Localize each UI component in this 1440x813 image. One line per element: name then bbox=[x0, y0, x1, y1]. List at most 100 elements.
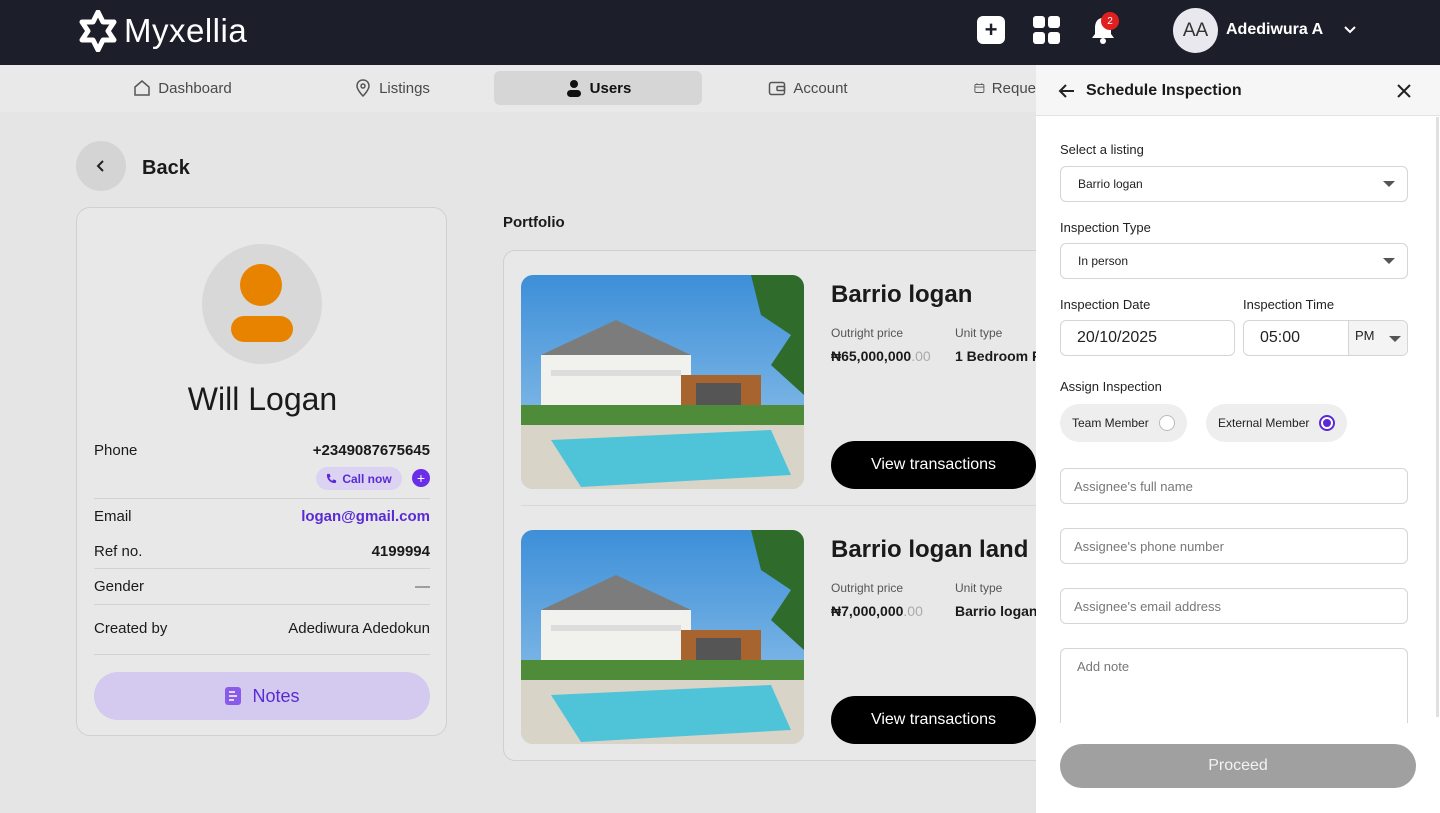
nav-item-listings[interactable]: Listings bbox=[352, 71, 432, 105]
listing-title: Barrio logan bbox=[831, 281, 973, 308]
nav-item-requests[interactable]: Reque bbox=[974, 71, 1036, 105]
nav-label: Listings bbox=[379, 79, 430, 97]
inspection-type-select[interactable]: In person bbox=[1060, 243, 1408, 279]
phone-value: +2349087675645 bbox=[312, 442, 430, 459]
nav-item-users[interactable]: Users bbox=[494, 71, 702, 105]
logo-icon bbox=[79, 10, 117, 52]
caret-down-icon bbox=[1389, 336, 1401, 342]
inspection-date-field[interactable]: 20/10/2025 bbox=[1060, 320, 1235, 356]
nav-label: Users bbox=[589, 79, 632, 97]
ampm-select[interactable]: PM bbox=[1348, 321, 1407, 355]
price-value: ₦7,000,000.00 bbox=[831, 603, 923, 619]
price-label: Outright price bbox=[831, 581, 904, 595]
notification-badge: 2 bbox=[1101, 12, 1119, 30]
gender-value: — bbox=[415, 578, 430, 595]
schedule-inspection-panel: Schedule Inspection Select a listing Bar… bbox=[1036, 65, 1440, 813]
call-now-button[interactable]: Call now bbox=[316, 467, 402, 490]
calendar-icon bbox=[974, 83, 985, 93]
chevron-down-icon[interactable] bbox=[1342, 22, 1358, 38]
back-label[interactable]: Back bbox=[142, 157, 190, 180]
notes-button[interactable]: Notes bbox=[94, 672, 430, 720]
scrollbar[interactable] bbox=[1436, 117, 1439, 717]
panel-title: Schedule Inspection bbox=[1086, 82, 1242, 99]
listing-select-value: Barrio logan bbox=[1078, 177, 1143, 191]
nav-item-account[interactable]: Account bbox=[764, 71, 852, 105]
nav-label: Reque bbox=[991, 79, 1036, 97]
listing-title: Barrio logan land bbox=[831, 536, 1029, 563]
note-textarea[interactable]: Add note bbox=[1060, 648, 1408, 723]
radio-on-icon bbox=[1319, 415, 1336, 431]
assignee-name-input[interactable]: Assignee's full name bbox=[1060, 468, 1408, 504]
external-member-label: External Member bbox=[1218, 416, 1310, 430]
profile-name: Will Logan bbox=[187, 381, 338, 417]
type-label: Inspection Type bbox=[1060, 220, 1151, 235]
date-label: Inspection Date bbox=[1060, 297, 1151, 312]
email-label: Email bbox=[94, 508, 132, 525]
close-icon[interactable] bbox=[1395, 82, 1413, 100]
apps-grid-icon[interactable] bbox=[1033, 16, 1061, 44]
add-button[interactable]: + bbox=[977, 16, 1005, 44]
listing-select[interactable]: Barrio logan bbox=[1060, 166, 1408, 202]
notes-icon bbox=[225, 687, 242, 705]
portfolio-title: Portfolio bbox=[503, 214, 565, 231]
nav-item-dashboard[interactable]: Dashboard bbox=[130, 71, 235, 105]
listing-image[interactable] bbox=[521, 275, 804, 489]
divider bbox=[94, 498, 430, 499]
phone-row: Phone +2349087675645 bbox=[94, 442, 430, 459]
view-transactions-button[interactable]: View transactions bbox=[831, 441, 1036, 489]
divider bbox=[521, 505, 1061, 506]
listing-image[interactable] bbox=[521, 530, 804, 744]
gender-row: Gender — bbox=[94, 578, 430, 595]
price-value: ₦65,000,000.00 bbox=[831, 348, 931, 364]
home-icon bbox=[134, 80, 151, 96]
portfolio-list: Barrio logan Outright price ₦65,000,000.… bbox=[503, 250, 1063, 761]
assignee-email-input[interactable]: Assignee's email address bbox=[1060, 588, 1408, 624]
user-icon bbox=[566, 80, 581, 97]
logo[interactable]: Myxellia bbox=[78, 10, 247, 52]
panel-header: Schedule Inspection bbox=[1036, 65, 1440, 116]
user-name[interactable]: Adediwura A bbox=[1226, 21, 1323, 39]
ref-row: Ref no. 4199994 bbox=[94, 543, 430, 560]
price-label: Outright price bbox=[831, 326, 904, 340]
email-link[interactable]: logan@gmail.com bbox=[301, 508, 430, 525]
add-phone-button[interactable]: + bbox=[412, 469, 430, 487]
caret-down-icon bbox=[1383, 258, 1395, 264]
listing-label: Select a listing bbox=[1060, 142, 1144, 157]
created-by-row: Created by Adediwura Adedokun bbox=[94, 620, 430, 637]
divider bbox=[94, 568, 430, 569]
plus-icon: + bbox=[984, 17, 998, 42]
created-by-value: Adediwura Adedokun bbox=[288, 620, 430, 637]
created-by-label: Created by bbox=[94, 620, 168, 637]
nav-label: Dashboard bbox=[158, 79, 232, 97]
divider bbox=[94, 654, 430, 655]
arrow-left-icon[interactable] bbox=[1058, 82, 1076, 100]
proceed-button[interactable]: Proceed bbox=[1060, 744, 1416, 788]
gender-label: Gender bbox=[94, 578, 145, 595]
call-now-label: Call now bbox=[342, 471, 392, 486]
phone-icon bbox=[327, 473, 337, 484]
ref-label: Ref no. bbox=[94, 543, 143, 560]
unit-label: Unit type bbox=[955, 581, 1003, 595]
assign-label: Assign Inspection bbox=[1060, 379, 1162, 394]
nav-label: Account bbox=[793, 79, 848, 97]
time-value: 05:00 bbox=[1260, 329, 1301, 346]
inspection-type-value: In person bbox=[1078, 254, 1129, 268]
profile-avatar bbox=[202, 244, 322, 364]
profile-card: Will Logan Phone +2349087675645 Call now… bbox=[76, 207, 447, 736]
top-bar: Myxellia + 2 AA Adediwura A bbox=[0, 0, 1440, 65]
logo-text: Myxellia bbox=[124, 12, 248, 49]
radio-off-icon bbox=[1158, 415, 1175, 431]
ref-value: 4199994 bbox=[371, 543, 430, 560]
external-member-radio[interactable]: External Member bbox=[1206, 404, 1348, 442]
unit-value: Barrio logan la bbox=[955, 603, 1037, 619]
assignee-phone-input[interactable]: Assignee's phone number bbox=[1060, 528, 1408, 564]
email-row: Email logan@gmail.com bbox=[94, 508, 430, 525]
view-transactions-button[interactable]: View transactions bbox=[831, 696, 1036, 744]
chevron-left-icon bbox=[96, 160, 104, 172]
avatar[interactable]: AA bbox=[1173, 8, 1218, 53]
divider bbox=[94, 604, 430, 605]
back-button[interactable] bbox=[76, 141, 126, 191]
ampm-value: PM bbox=[1355, 328, 1375, 343]
unit-label: Unit type bbox=[955, 326, 1003, 340]
team-member-radio[interactable]: Team Member bbox=[1060, 404, 1187, 442]
